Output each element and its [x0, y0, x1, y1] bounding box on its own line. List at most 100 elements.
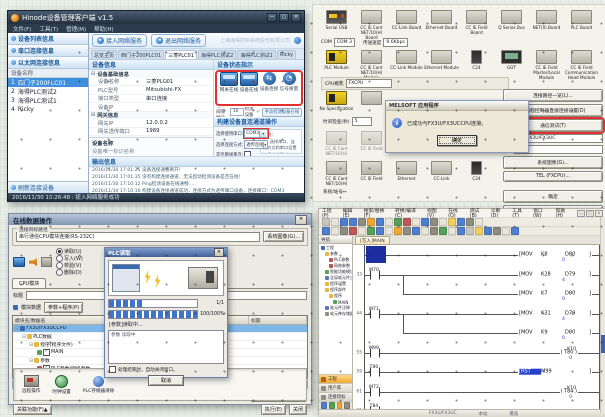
- toolbar-icon[interactable]: [502, 227, 510, 235]
- menu-item[interactable]: 编辑(E): [343, 207, 359, 219]
- instruction[interactable]: [MOVK31D79]: [518, 310, 592, 316]
- speed-value[interactable]: 9.6Kbps: [383, 38, 408, 47]
- maximize-icon[interactable]: □: [279, 13, 289, 22]
- toolbar-icon[interactable]: [439, 227, 447, 235]
- sidebar-section[interactable]: 串口连接信息: [8, 45, 88, 57]
- nav-tab-连接目标[interactable]: 连接目标: [319, 392, 352, 401]
- manual-check-button[interactable]: 手动检测设备在线: [262, 108, 302, 117]
- menu-item[interactable]: 调试(B): [470, 207, 486, 219]
- row-checkbox[interactable]: ✓: [43, 349, 50, 356]
- com-port-value[interactable]: COM 3: [334, 38, 355, 47]
- function-远程操作[interactable]: 远程操作: [22, 375, 40, 394]
- vertical-scrollbar[interactable]: [600, 217, 605, 413]
- interface-item[interactable]: Q Series Bus: [494, 10, 529, 40]
- toolbar-icon[interactable]: [367, 218, 375, 226]
- interface-item[interactable]: PLC Board: [564, 10, 599, 40]
- coil-symbol[interactable]: ( T80 ): [560, 349, 579, 355]
- refresh-devices-button[interactable]: 刷新连接设备: [8, 181, 88, 193]
- close-icon[interactable]: ×: [291, 13, 301, 22]
- device-tab[interactable]: 海得PLC测试2: [198, 50, 236, 59]
- tel-button[interactable]: TEL (FXCPU)...: [503, 171, 603, 182]
- execute-button[interactable]: 执行(E): [261, 404, 286, 415]
- toolbar-icon[interactable]: [430, 227, 438, 235]
- device-property-grid[interactable]: ⊟设备基础信息设备名称三菱PLC01PLC型号Mitsubishi-FX接口类型…: [89, 70, 213, 137]
- device-tab[interactable]: Ricky: [277, 50, 296, 59]
- menu-item[interactable]: 文件(F): [13, 25, 31, 33]
- menu-item[interactable]: 窗口(W): [533, 207, 551, 219]
- tab-cpu-module[interactable]: CPU模块: [12, 278, 46, 288]
- toolbar-icon[interactable]: [349, 227, 357, 235]
- edit-cursor[interactable]: [366, 246, 386, 263]
- menu-item[interactable]: 帮助(H): [94, 25, 113, 33]
- navigation-icon[interactable]: [337, 402, 343, 410]
- toolbar-icon[interactable]: [421, 218, 429, 226]
- coil-symbol[interactable]: ( T84 ): [560, 388, 579, 394]
- interface-item[interactable]: C24: [459, 161, 494, 186]
- interface-item[interactable]: CC IE Cont NET/10(H): [319, 131, 354, 156]
- progress-cancel-button[interactable]: 取消: [148, 375, 184, 386]
- toolbar-icon[interactable]: [385, 227, 393, 235]
- device-list-item[interactable]: 2海得PLC测试2: [8, 87, 88, 96]
- interface-item[interactable]: NET(II) Board: [529, 10, 564, 40]
- minimize-icon[interactable]: —: [267, 13, 277, 22]
- interface-item[interactable]: CC IE Cont NET/10(H): [319, 161, 354, 186]
- instruction[interactable]: [MOVK8D80]: [518, 252, 592, 258]
- toolbar-icon[interactable]: [367, 227, 375, 235]
- time-check-value[interactable]: 5: [352, 117, 372, 126]
- toolbar-icon[interactable]: [475, 218, 483, 226]
- radio-校验(V)[interactable]: 校验(V): [56, 262, 83, 269]
- interface-item[interactable]: Serial USB: [319, 10, 354, 40]
- toolbar-icon[interactable]: [421, 227, 429, 235]
- toolbar-icon[interactable]: [466, 218, 474, 226]
- interface-item[interactable]: Ethernet Module: [424, 50, 459, 80]
- instruction[interactable]: [MOVK7D80]: [518, 291, 592, 297]
- toolbar-icon[interactable]: [457, 227, 465, 235]
- interface-item[interactable]: CC IE Field Communication Head Module: [564, 50, 599, 80]
- interface-item[interactable]: CC IE Cont NET/10(H) Module: [354, 50, 389, 80]
- navigation-icon[interactable]: [344, 402, 350, 410]
- device-tab[interactable]: 海得PLC测试1: [237, 50, 275, 59]
- menu-item[interactable]: 工具(T): [39, 25, 58, 33]
- auto-check-checkbox[interactable]: ✓: [256, 109, 261, 115]
- menu-item[interactable]: 转换/编译(C): [395, 207, 422, 219]
- no-specification-item[interactable]: No Specification: [319, 91, 354, 111]
- property-row[interactable]: PLC型号Mitsubishi-FX: [89, 86, 213, 95]
- hinode-titlebar[interactable]: Hinode设备管理客户端 v1.5 —□×: [8, 11, 304, 24]
- toolbar-icon[interactable]: [322, 227, 330, 235]
- interface-item[interactable]: GOT: [494, 50, 529, 80]
- radio-写入(W)[interactable]: 写入(W): [56, 255, 83, 262]
- device-tab[interactable]: 总览主页: [91, 50, 117, 59]
- property-row[interactable]: 网关透传端口1989: [89, 128, 213, 137]
- interface-item[interactable]: CC-Link Module: [389, 50, 424, 80]
- ladder-editor[interactable]: [MOVK8D80]033M70[MOVK28D79]4[MOVK7D80]04…: [353, 245, 605, 409]
- property-row[interactable]: 设备IP: [89, 103, 213, 112]
- window-control-icon[interactable]: —: [577, 210, 585, 217]
- toolbar-icon[interactable]: [448, 227, 456, 235]
- function-PLC存储器清除[interactable]: PLC存储器清除: [83, 376, 115, 394]
- instruction[interactable]: [MOVK28D79]: [518, 271, 592, 277]
- toolbar-icon[interactable]: [430, 218, 438, 226]
- close-icon[interactable]: ×: [214, 248, 224, 257]
- toolbar-icon[interactable]: [475, 227, 483, 235]
- nav-tab-工程[interactable]: 工程: [319, 374, 352, 383]
- interface-item[interactable]: Ethernet Board: [424, 10, 459, 40]
- toolbar-icon[interactable]: [385, 218, 393, 226]
- toolbar-icon[interactable]: [439, 218, 447, 226]
- close-button[interactable]: 关闭: [289, 404, 307, 415]
- device-list-item[interactable]: 1西门子200PLC01: [8, 78, 88, 87]
- interface-item[interactable]: CC-Link Board: [389, 10, 424, 40]
- radio-读取(U)[interactable]: 读取(U): [56, 248, 83, 255]
- toolbar-icon[interactable]: [457, 218, 465, 226]
- autoclose-checkbox[interactable]: [109, 366, 116, 373]
- menu-item[interactable]: 工具(T): [512, 207, 528, 219]
- interface-item[interactable]: C24: [459, 50, 494, 80]
- close-icon[interactable]: ×: [295, 215, 307, 225]
- scrollbar-thumb[interactable]: [601, 335, 605, 353]
- toolbar-icon[interactable]: [412, 218, 420, 226]
- toolbar-icon[interactable]: [376, 218, 384, 226]
- param-program-button[interactable]: 参数+程序(P): [44, 302, 83, 313]
- interface-item[interactable]: CC IE Field Master/Local Module: [529, 50, 564, 80]
- window-control-icon[interactable]: ×: [595, 210, 603, 217]
- connect-mode-select[interactable]: 透传连接▾: [244, 140, 268, 149]
- serial-port-select[interactable]: COM3▾: [244, 129, 268, 138]
